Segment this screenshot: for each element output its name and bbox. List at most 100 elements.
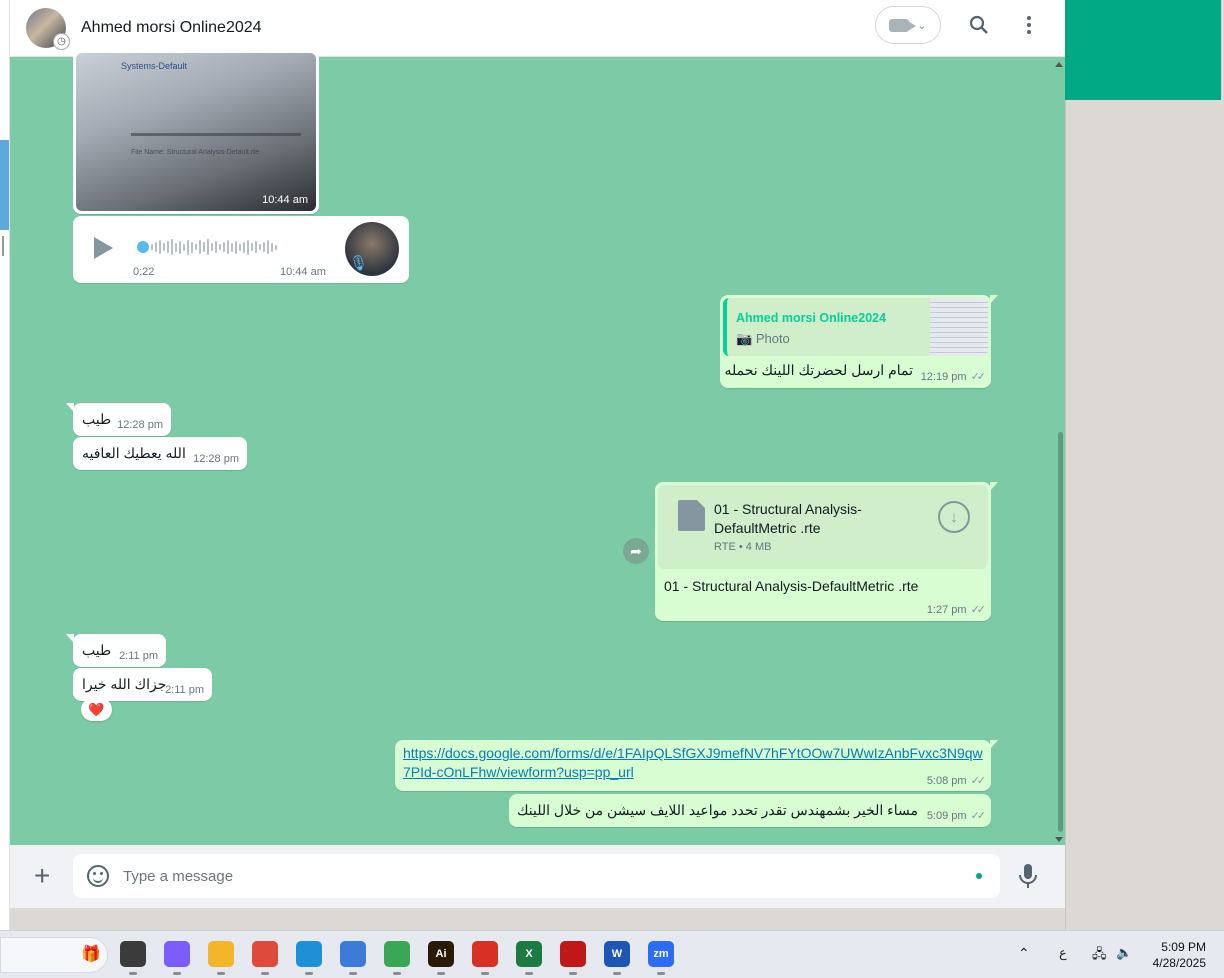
chevron-up-icon[interactable]: ⌃: [1018, 945, 1030, 962]
contact-avatar[interactable]: ◷: [26, 8, 70, 50]
form-link[interactable]: https://docs.google.com/forms/d/e/1FAIpQ…: [403, 744, 983, 782]
language-indicator[interactable]: ع: [1059, 945, 1067, 961]
message-time: 1:27 pm: [926, 604, 967, 616]
mcafee-icon[interactable]: [560, 941, 586, 975]
download-arrow-icon: ↓: [950, 508, 958, 526]
heart-reaction-icon[interactable]: ❤️: [81, 698, 112, 721]
message-text: تمام ارسل لحضرتك اللينك نحمله: [724, 362, 913, 378]
forward-button[interactable]: ➦: [623, 538, 649, 564]
copilot-icon[interactable]: [164, 941, 190, 975]
photo-screen-line: [131, 133, 301, 136]
message-text: 01 - Structural Analysis-DefaultMetric .…: [664, 578, 919, 594]
excel-icon[interactable]: X: [516, 941, 542, 975]
link-message[interactable]: https://docs.google.com/forms/d/e/1FAIpQ…: [395, 740, 998, 791]
forward-arrow-icon: ➦: [630, 543, 642, 559]
task-view-icon[interactable]: [120, 941, 146, 975]
word-icon[interactable]: W: [604, 941, 630, 975]
file-explorer-icon[interactable]: [208, 941, 234, 975]
bubble-tail: [990, 295, 998, 304]
file-message[interactable]: 01 - Structural Analysis-DefaultMetric .…: [655, 482, 998, 621]
message-input[interactable]: [123, 854, 963, 898]
zoom-icon[interactable]: zm: [648, 941, 674, 975]
double-check-icon: ✓✓: [970, 810, 987, 822]
double-check-icon: ✓✓: [970, 775, 987, 787]
photo-message[interactable]: Systems-Default File Name: Structural An…: [73, 50, 319, 214]
message-time: 2:11 pm: [165, 684, 204, 696]
outgoing-message[interactable]: مساء الخير بشمهندس تقدر تحدد مواعيد اللا…: [509, 794, 991, 827]
message-text: طيب: [82, 411, 112, 427]
message-time: 12:28 pm: [117, 419, 163, 431]
running-indicator: [261, 972, 269, 975]
download-button[interactable]: ↓: [938, 501, 970, 533]
voice-record-button[interactable]: [1018, 863, 1038, 894]
illustrator-icon[interactable]: Ai: [428, 941, 454, 975]
message-meta: 1:27 pm ✓✓: [926, 600, 987, 616]
quoted-thumbnail: [930, 298, 988, 356]
taskbar-search[interactable]: 🎁: [0, 937, 108, 973]
quoted-type: 📷 Photo: [736, 331, 790, 347]
voice-duration: 0:22: [133, 266, 155, 278]
search-button[interactable]: [967, 13, 991, 37]
side-panel-header: [1065, 0, 1221, 100]
quoted-message[interactable]: Ahmed morsi Online2024 📷 Photo: [723, 298, 988, 356]
incoming-message[interactable]: طيب 12:28 pm: [66, 403, 171, 436]
volume-icon[interactable]: 🔈: [1116, 945, 1132, 961]
incoming-message[interactable]: جزاك الله خيرا 2:11 pm: [73, 668, 212, 701]
running-indicator: [217, 972, 225, 975]
chrome-icon[interactable]: [384, 941, 410, 975]
left-panel-handle[interactable]: [2, 236, 7, 256]
scroll-up-arrow[interactable]: [1055, 62, 1063, 67]
running-indicator: [613, 972, 621, 975]
composer-bar: +: [10, 845, 1065, 908]
running-indicator: [569, 972, 577, 975]
quoted-sender: Ahmed morsi Online2024: [736, 311, 887, 325]
file-attachment[interactable]: 01 - Structural Analysis-DefaultMetric .…: [658, 485, 988, 569]
voice-waveform[interactable]: [137, 238, 317, 256]
video-call-button[interactable]: ⌄: [875, 6, 941, 44]
incoming-message[interactable]: الله يعطيك العافيه 12:28 pm: [73, 437, 247, 470]
running-indicator: [129, 972, 137, 975]
chat-header[interactable]: ◷ Ahmed morsi Online2024 ⌄: [10, 0, 1065, 57]
running-indicator: [393, 972, 401, 975]
taskbar-clock[interactable]: 5:09 PM 4/28/2025: [1153, 939, 1206, 971]
notepad-icon[interactable]: [340, 941, 366, 975]
left-panel-accent: [0, 140, 9, 230]
attach-plus-icon[interactable]: +: [34, 862, 50, 890]
status-dot: [976, 873, 982, 879]
bubble-tail: [990, 482, 998, 491]
edge-icon[interactable]: [296, 941, 322, 975]
chrome-profile-icon[interactable]: [472, 941, 498, 975]
running-indicator: [657, 972, 665, 975]
photo-screen-text: File Name: Structural Analysis-Default.r…: [131, 149, 259, 156]
kebab-menu-icon: [1027, 16, 1031, 34]
emoji-sticker-icon[interactable]: [87, 865, 109, 887]
microphone-icon: 🎙: [349, 255, 369, 272]
snipping-tool-icon[interactable]: [252, 941, 278, 975]
message-text: طيب: [82, 642, 112, 658]
message-text: جزاك الله خيرا: [82, 676, 167, 692]
clock-date: 4/28/2025: [1152, 956, 1206, 970]
search-icon: [969, 15, 988, 34]
clock-time: 5:09 PM: [1161, 940, 1206, 954]
photo-image[interactable]: Systems-Default File Name: Structural An…: [76, 53, 316, 211]
header-actions: ⌄: [875, 6, 1041, 44]
double-check-icon: ✓✓: [970, 604, 987, 616]
message-box[interactable]: [73, 854, 1000, 898]
network-icon[interactable]: 🖧: [1092, 945, 1107, 967]
message-time: 5:08 pm: [926, 775, 967, 787]
menu-button[interactable]: [1017, 13, 1041, 37]
scrollbar-thumb[interactable]: [1058, 432, 1063, 832]
reply-message[interactable]: Ahmed morsi Online2024 📷 Photo تمام ارسل…: [720, 295, 998, 388]
incoming-message[interactable]: طيب 2:11 pm: [66, 634, 166, 667]
bubble-tail: [66, 403, 74, 412]
voice-message: 0:22 10:44 am 🎙: [73, 216, 409, 283]
contact-name[interactable]: Ahmed morsi Online2024: [81, 19, 262, 37]
microphone-icon: [1019, 864, 1037, 888]
running-indicator: [525, 972, 533, 975]
scroll-down-arrow[interactable]: [1055, 837, 1063, 842]
message-text: مساء الخير بشمهندس تقدر تحدد مواعيد اللا…: [517, 802, 918, 818]
play-icon[interactable]: [94, 237, 113, 259]
file-meta: RTE • 4 MB: [714, 541, 772, 553]
message-meta: 5:08 pm ✓✓: [926, 771, 987, 787]
side-panel-background: [1065, 0, 1224, 930]
